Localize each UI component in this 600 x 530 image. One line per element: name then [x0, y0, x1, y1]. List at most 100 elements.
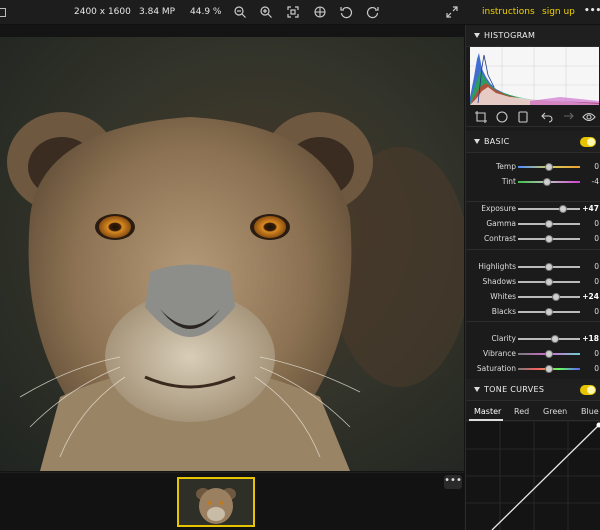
redo-step-icon[interactable] — [561, 110, 575, 124]
basic-title: BASIC — [484, 137, 510, 146]
redo-icon[interactable] — [366, 5, 380, 19]
slider-label: Blacks — [491, 307, 516, 316]
slider-row-vibrance: Vibrance 0 — [466, 347, 600, 361]
tab-master[interactable]: Master — [474, 407, 501, 416]
image-dimensions: 2400 x 1600 — [74, 7, 131, 17]
whites-slider[interactable] — [518, 296, 580, 298]
slider-label: Temp — [496, 162, 516, 171]
slider-value[interactable]: 0 — [594, 219, 599, 228]
fit-screen-icon[interactable] — [286, 5, 300, 19]
top-toolbar: 2400 x 1600 3.84 MP 44.9 % instructions … — [0, 0, 600, 25]
slider-handle[interactable] — [559, 205, 568, 213]
undo-icon[interactable] — [339, 5, 353, 19]
tab-red[interactable]: Red — [514, 407, 529, 416]
slider-row-clarity: Clarity +18 — [466, 332, 600, 346]
tone-curves-header[interactable]: TONE CURVES — [466, 379, 600, 401]
group-divider — [466, 201, 600, 202]
collapse-triangle-icon — [474, 33, 480, 38]
slider-row-shadows: Shadows 0 — [466, 275, 600, 289]
slider-value[interactable]: +24 — [582, 292, 599, 301]
panel-toggle-icon[interactable] — [0, 8, 6, 17]
collapse-triangle-icon — [474, 139, 480, 144]
slider-row-temp: Temp 0 — [466, 160, 600, 174]
basic-enable-toggle[interactable] — [580, 137, 596, 147]
actual-size-icon[interactable] — [313, 5, 327, 19]
slider-row-tint: Tint -4 — [466, 175, 600, 189]
slider-label: Vibrance — [483, 349, 516, 358]
slider-handle[interactable] — [543, 178, 552, 186]
tool-row — [466, 107, 600, 127]
slider-value[interactable]: +47 — [582, 204, 599, 213]
slider-label: Gamma — [486, 219, 516, 228]
slider-value[interactable]: 0 — [594, 262, 599, 271]
slider-row-contrast: Contrast 0 — [466, 232, 600, 246]
zoom-in-icon[interactable] — [259, 5, 273, 19]
slider-handle[interactable] — [545, 163, 553, 171]
slider-value[interactable]: 0 — [594, 162, 599, 171]
slider-row-saturation: Saturation 0 — [466, 362, 600, 376]
slider-handle[interactable] — [545, 308, 553, 316]
lioness-photo — [0, 37, 464, 471]
slider-label: Contrast — [483, 234, 516, 243]
slider-label: Saturation — [476, 364, 516, 373]
slider-handle[interactable] — [545, 365, 553, 373]
slider-value[interactable]: 0 — [594, 364, 599, 373]
tone-curve-editor[interactable] — [466, 422, 600, 530]
histogram-header[interactable]: HISTOGRAM — [466, 25, 600, 47]
adjustments-panel: HISTOGRAM BASIC Temp 0 Tint -4 Exposure … — [465, 25, 600, 530]
basic-header[interactable]: BASIC — [466, 131, 600, 153]
preview-eye-icon[interactable] — [582, 110, 596, 124]
instructions-link[interactable]: instructions — [482, 7, 535, 17]
filmstrip: ••• — [0, 472, 464, 530]
exposure-slider[interactable] — [518, 208, 580, 210]
slider-handle[interactable] — [545, 220, 553, 228]
slider-value[interactable]: 0 — [594, 349, 599, 358]
zoom-out-icon[interactable] — [233, 5, 247, 19]
tab-blue[interactable]: Blue — [581, 407, 599, 416]
image-canvas[interactable] — [0, 37, 464, 471]
slider-handle[interactable] — [550, 335, 559, 343]
active-tab-indicator — [469, 419, 503, 421]
image-thumbnail[interactable] — [177, 477, 255, 527]
collapse-triangle-icon — [474, 387, 480, 392]
tone-curves-title: TONE CURVES — [484, 385, 545, 394]
slider-value[interactable]: 0 — [594, 277, 599, 286]
slider-value[interactable]: 0 — [594, 234, 599, 243]
slider-label: Highlights — [478, 262, 516, 271]
crop-icon[interactable] — [474, 110, 488, 124]
slider-label: Whites — [490, 292, 516, 301]
undo-step-icon[interactable] — [540, 110, 554, 124]
slider-label: Clarity — [491, 334, 516, 343]
tab-green[interactable]: Green — [543, 407, 567, 416]
more-menu-button[interactable]: ••• — [584, 6, 600, 16]
slider-value[interactable]: -4 — [592, 177, 599, 186]
slider-handle[interactable] — [545, 350, 553, 358]
group-divider — [466, 249, 600, 250]
image-megapixels: 3.84 MP — [139, 7, 176, 17]
slider-value[interactable]: +18 — [582, 334, 599, 343]
slider-row-exposure: Exposure +47 — [466, 202, 600, 216]
radial-mask-icon[interactable] — [495, 110, 509, 124]
curve-line — [491, 424, 600, 530]
slider-row-gamma: Gamma 0 — [466, 217, 600, 231]
fullscreen-icon[interactable] — [445, 5, 459, 19]
sign-up-link[interactable]: sign up — [542, 7, 575, 17]
slider-handle[interactable] — [545, 235, 553, 243]
slider-label: Exposure — [481, 204, 516, 213]
histogram-graph — [470, 47, 599, 105]
slider-row-highlights: Highlights 0 — [466, 260, 600, 274]
slider-row-whites: Whites +24 — [466, 290, 600, 304]
curve-channel-tabs: Master Red Green Blue — [466, 403, 600, 421]
slider-handle[interactable] — [552, 293, 561, 301]
slider-label: Shadows — [482, 277, 516, 286]
slider-row-blacks: Blacks 0 — [466, 305, 600, 319]
zoom-level: 44.9 % — [190, 7, 222, 17]
slider-handle[interactable] — [545, 263, 553, 271]
linear-mask-icon[interactable] — [516, 110, 530, 124]
filmstrip-more-button[interactable]: ••• — [444, 475, 462, 489]
slider-handle[interactable] — [545, 278, 553, 286]
clarity-slider[interactable] — [518, 338, 580, 340]
tone-curves-enable-toggle[interactable] — [580, 385, 596, 395]
slider-label: Tint — [501, 177, 516, 186]
slider-value[interactable]: 0 — [594, 307, 599, 316]
